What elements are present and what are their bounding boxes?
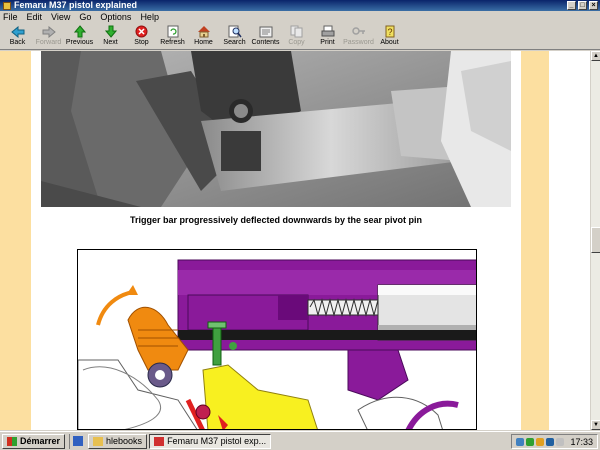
figure-caption: Trigger bar progressively deflected down… <box>129 215 423 225</box>
task-label: Femaru M37 pistol exp... <box>167 436 267 446</box>
back-arrow-icon <box>10 25 25 38</box>
up-arrow-icon <box>73 25 87 38</box>
back-button[interactable]: Back <box>2 23 33 50</box>
password-icon <box>351 25 366 38</box>
refresh-icon <box>166 25 180 38</box>
forward-button[interactable]: Forward <box>33 23 64 50</box>
password-button[interactable]: Password <box>343 23 374 50</box>
home-button[interactable]: Home <box>188 23 219 50</box>
print-button[interactable]: Print <box>312 23 343 50</box>
home-label: Home <box>194 39 213 46</box>
volume-icon[interactable] <box>556 437 565 446</box>
toolbar: Back Forward Previous Next Stop Refresh … <box>0 23 600 50</box>
folder-icon <box>93 436 104 446</box>
next-label: Next <box>103 39 118 46</box>
task-femaru[interactable]: Femaru M37 pistol exp... <box>149 433 272 449</box>
scroll-down-button[interactable]: ▼ <box>591 420 600 430</box>
down-arrow-icon <box>104 25 118 38</box>
forward-arrow-icon <box>42 25 56 38</box>
copy-label: Copy <box>288 39 305 46</box>
scroll-thumb[interactable] <box>591 227 600 253</box>
minimize-button[interactable]: _ <box>567 1 576 10</box>
tray-app-icon[interactable] <box>546 437 555 446</box>
home-icon <box>197 25 211 38</box>
menu-options[interactable]: Options <box>100 12 131 22</box>
print-icon <box>321 25 335 38</box>
search-label: Search <box>223 39 246 46</box>
search-button[interactable]: Search <box>219 23 250 50</box>
app-icon <box>3 1 11 10</box>
search-icon <box>228 25 242 38</box>
next-button[interactable]: Next <box>95 23 126 50</box>
clock: 17:33 <box>570 436 593 447</box>
menu-edit[interactable]: Edit <box>27 12 43 22</box>
right-blank-area <box>549 51 590 430</box>
task-label: hlebooks <box>106 436 143 446</box>
mechanism-photo <box>41 51 511 207</box>
print-label: Print <box>320 39 335 46</box>
start-button[interactable]: Démarrer <box>2 433 66 449</box>
menu-view[interactable]: View <box>51 12 70 22</box>
stop-button[interactable]: Stop <box>126 23 157 50</box>
taskbar: Démarrer hlebooks Femaru M37 pistol exp.… <box>0 431 600 450</box>
menu-bar: File Edit View Go Options Help <box>0 11 600 23</box>
scroll-up-button[interactable]: ▲ <box>591 51 600 61</box>
tray-app-icon[interactable] <box>536 437 545 446</box>
close-button[interactable]: × <box>589 1 598 10</box>
maximize-button[interactable]: □ <box>578 1 587 10</box>
svg-text:?: ? <box>387 27 392 37</box>
copy-icon <box>290 25 304 38</box>
about-icon: ? <box>383 25 397 38</box>
window-titlebar[interactable]: Femaru M37 pistol explained _ □ × <box>0 0 600 11</box>
quick-launch <box>69 433 86 449</box>
menu-go[interactable]: Go <box>79 12 91 22</box>
quick-launch-icon[interactable] <box>73 436 84 446</box>
menu-file[interactable]: File <box>3 12 18 22</box>
copy-button[interactable]: Copy <box>281 23 312 50</box>
refresh-button[interactable]: Refresh <box>157 23 188 50</box>
stop-icon <box>135 25 149 38</box>
previous-label: Previous <box>65 39 94 46</box>
task-hlebooks[interactable]: hlebooks <box>88 433 148 449</box>
window-title: Femaru M37 pistol explained <box>14 0 138 10</box>
contents-icon <box>259 25 273 38</box>
about-button[interactable]: ? About <box>374 23 405 50</box>
content-viewport[interactable]: Trigger bar progressively deflected down… <box>0 51 590 430</box>
back-label: Back <box>9 39 26 46</box>
start-label: Démarrer <box>20 436 61 446</box>
vertical-scrollbar[interactable]: ▲ ▼ <box>590 51 600 430</box>
windows-logo-icon <box>7 436 17 446</box>
menu-help[interactable]: Help <box>140 12 159 22</box>
previous-button[interactable]: Previous <box>64 23 95 50</box>
stop-label: Stop <box>134 39 149 46</box>
antivirus-icon[interactable] <box>526 437 535 446</box>
contents-button[interactable]: Contents <box>250 23 281 50</box>
left-margin-panel <box>0 51 31 430</box>
book-icon <box>154 436 165 446</box>
right-margin-panel <box>521 51 549 430</box>
forward-label: Forward <box>35 39 62 46</box>
contents-label: Contents <box>251 39 280 46</box>
pistol-mechanism-diagram <box>77 249 477 430</box>
refresh-label: Refresh <box>160 39 185 46</box>
about-label: About <box>380 39 399 46</box>
password-label: Password <box>343 39 374 46</box>
system-tray: 17:33 <box>511 434 598 449</box>
network-icon[interactable] <box>516 437 525 446</box>
